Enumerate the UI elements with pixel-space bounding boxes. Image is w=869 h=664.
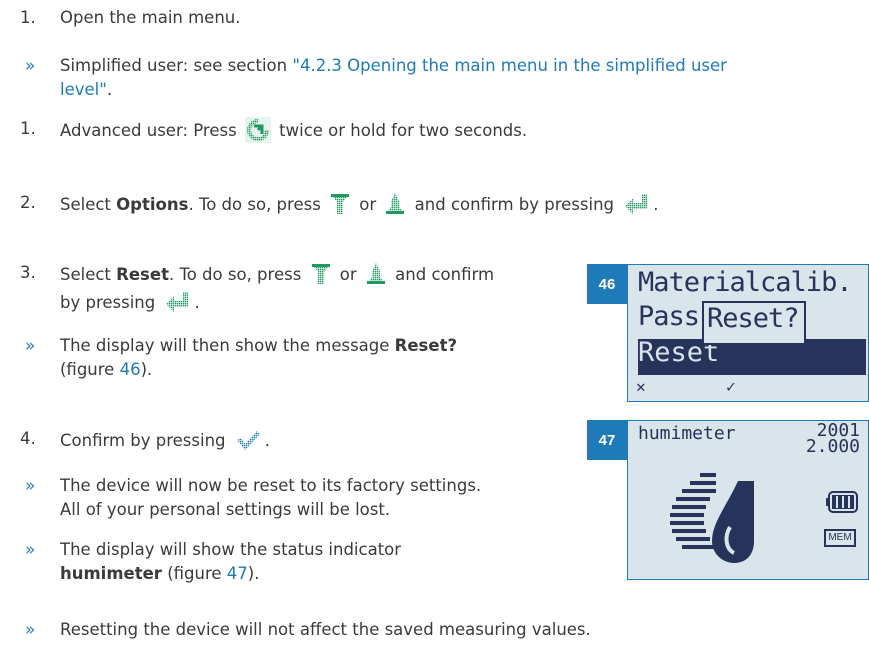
step-text: . To do so, press xyxy=(188,195,327,214)
note-text: Resetting the device will not affect the… xyxy=(60,620,591,639)
figure-47: 47 humimeter 2001 2.000 MEM xyxy=(587,420,869,580)
section-link[interactable]: "4.2.3 Opening the main menu in the simp… xyxy=(292,56,727,75)
checkmark-icon xyxy=(236,431,260,450)
note-text: The display will then show the message xyxy=(60,336,395,355)
arrow-down-icon xyxy=(331,194,350,214)
humimeter-logo-icon xyxy=(670,473,754,563)
lcd-title: humimeter xyxy=(638,423,736,444)
battery-icon xyxy=(826,491,858,513)
bold-humimeter: humimeter xyxy=(60,564,162,583)
step-text: . To do so, press xyxy=(168,265,307,284)
bullet: » xyxy=(25,476,36,496)
arrow-up-icon xyxy=(386,193,405,214)
note-text: ). xyxy=(247,564,260,583)
step-number: 2. xyxy=(20,193,36,212)
arrow-up-icon xyxy=(366,263,385,284)
lcd-display-reset: Materialcalib. Pass Reset Reset? ✕ ✓ xyxy=(627,264,869,402)
bold-options: Options xyxy=(116,195,189,214)
step-text-end: . xyxy=(264,431,271,450)
step-text: Open the main menu. xyxy=(60,8,241,27)
menu-icon xyxy=(244,117,271,143)
bullet: » xyxy=(25,336,36,356)
softkey-confirm: ✓ xyxy=(726,377,736,396)
figure-number: 46 xyxy=(587,264,627,304)
memory-icon: MEM xyxy=(824,529,856,547)
lcd-popup: Reset? xyxy=(702,301,806,345)
step-1: 1. Open the main menu. xyxy=(20,6,820,30)
lcd-value-2: 2.000 xyxy=(805,436,860,457)
figure-46-link[interactable]: 46 xyxy=(120,360,141,379)
softkey-cancel: ✕ xyxy=(636,377,646,396)
note-status-indicator: » The display will show the status indic… xyxy=(20,538,580,586)
step-text: Advanced user: Press xyxy=(60,121,242,140)
note-text: Simplified user: see section xyxy=(60,56,293,75)
note-text: ). xyxy=(140,360,153,379)
bullet: » xyxy=(25,620,36,640)
bullet: » xyxy=(25,540,36,560)
step-text-end: . xyxy=(653,195,659,214)
bold-reset: Reset xyxy=(116,265,169,284)
step-3: 3. Select Reset. To do so, press or and … xyxy=(20,258,580,314)
note-text: The device will now be reset to its fact… xyxy=(60,476,482,495)
popup-text: Reset? xyxy=(707,303,800,334)
step-text: Confirm by pressing xyxy=(60,431,231,450)
enter-icon xyxy=(166,292,189,312)
note-text: All of your personal settings will be lo… xyxy=(60,500,391,519)
step-text: and confirm by pressing xyxy=(409,195,620,214)
step-number: 1. xyxy=(20,119,36,138)
note-simplified-user: » Simplified user: see section "4.2.3 Op… xyxy=(20,54,850,102)
step-4: 4. Confirm by pressing . xyxy=(20,424,580,454)
step-advanced-user: 1. Advanced user: Press twice or hold fo… xyxy=(20,114,820,144)
step-number: 4. xyxy=(20,429,36,448)
section-link-continued[interactable]: level" xyxy=(60,80,107,99)
step-number: 3. xyxy=(20,263,36,282)
or-text: or xyxy=(334,265,362,284)
step-text-end: . xyxy=(194,293,200,312)
step-text: by pressing xyxy=(60,293,161,312)
note-factory-reset: » The device will now be reset to its fa… xyxy=(20,474,580,522)
step-text: Select xyxy=(60,265,117,284)
figure-number: 47 xyxy=(587,420,627,460)
note-text: (figure xyxy=(161,564,227,583)
lcd-line-materialcalib: Materialcalib. xyxy=(638,267,853,298)
step-text-end: twice or hold for two seconds. xyxy=(273,121,528,140)
bullet: » xyxy=(25,56,36,76)
arrow-down-icon xyxy=(311,264,330,284)
note-reset-message: » The display will then show the message… xyxy=(20,334,580,382)
step-text: Select xyxy=(60,195,117,214)
note-period: . xyxy=(106,80,113,99)
lcd-line-pass: Pass xyxy=(638,301,700,332)
figure-47-link[interactable]: 47 xyxy=(227,564,248,583)
step-2: 2. Select Options. To do so, press or an… xyxy=(20,188,820,218)
note-saved-values: » Resetting the device will not affect t… xyxy=(20,618,850,642)
step-number: 1. xyxy=(20,8,36,27)
note-text: The display will show the status indicat… xyxy=(60,540,402,559)
figure-46: 46 Materialcalib. Pass Reset Reset? ✕ ✓ xyxy=(587,264,869,402)
bold-reset-question: Reset? xyxy=(394,336,458,355)
enter-icon xyxy=(625,194,648,214)
or-text: or xyxy=(354,195,382,214)
note-text: (figure xyxy=(60,360,120,379)
step-text: and confirm xyxy=(389,265,495,284)
lcd-display-status: humimeter 2001 2.000 MEM xyxy=(627,420,869,580)
